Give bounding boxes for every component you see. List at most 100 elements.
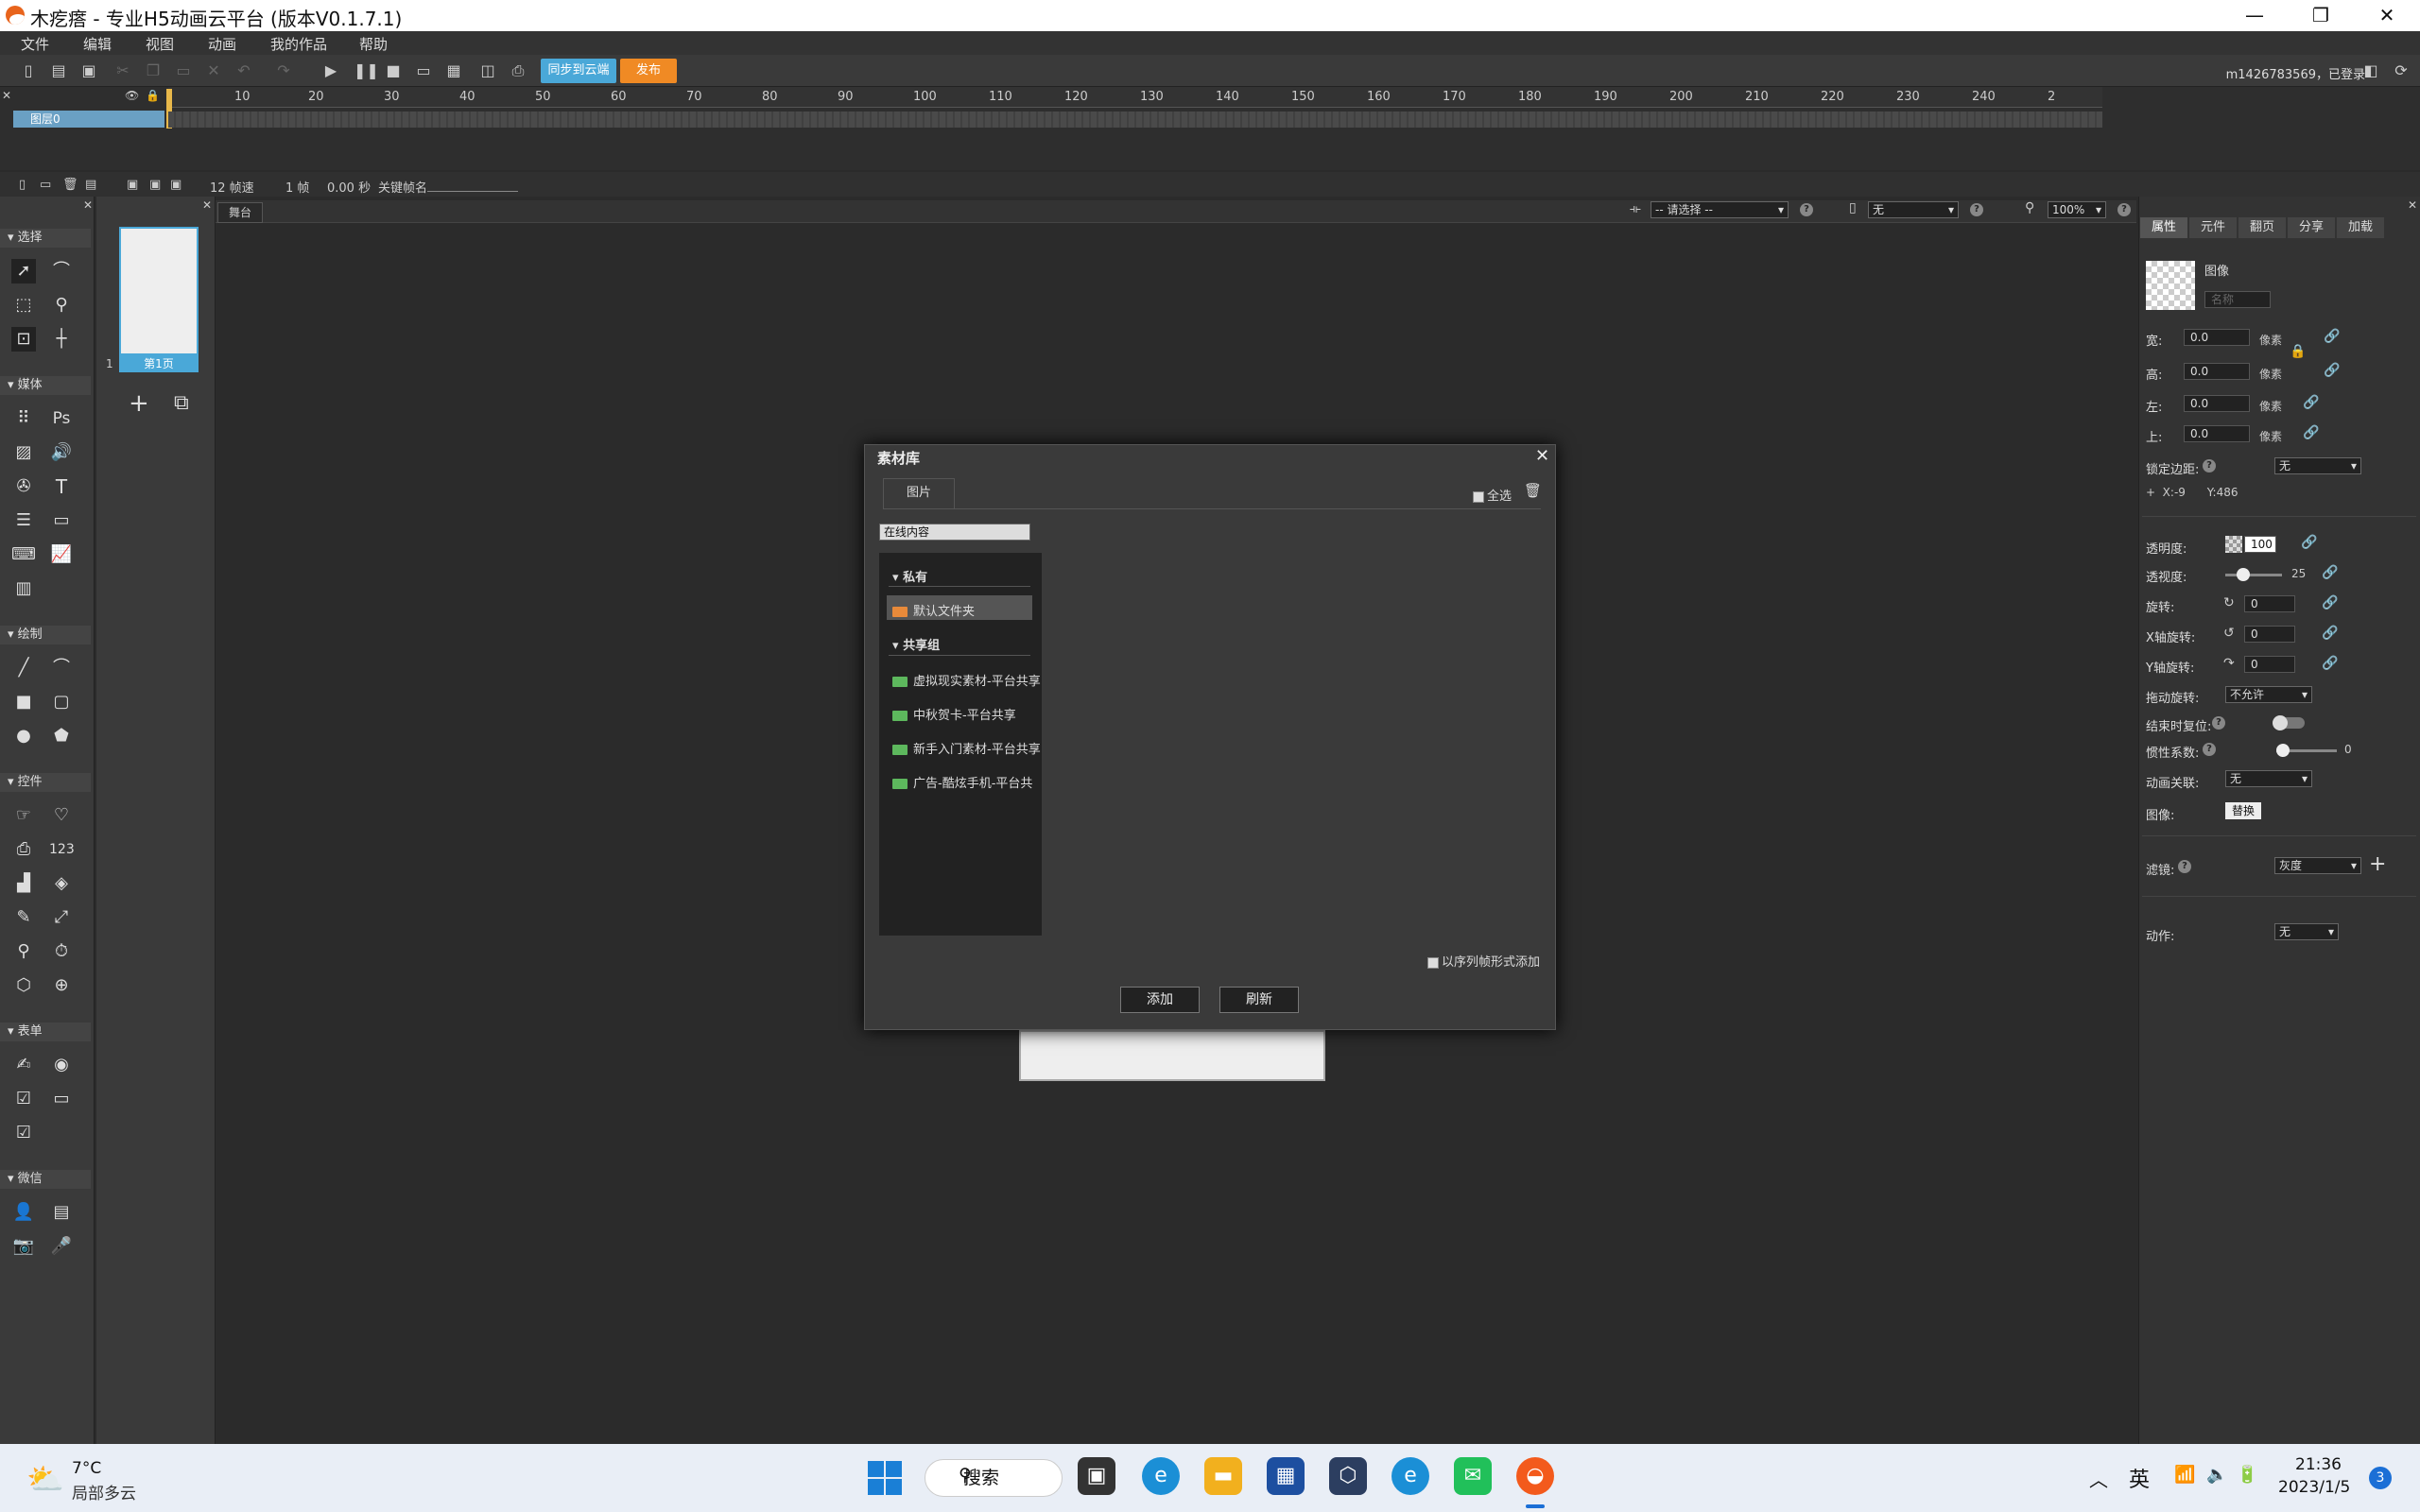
checkbox-icon[interactable] xyxy=(1427,956,1439,969)
wechat-voice-tool[interactable]: 🎤 xyxy=(49,1234,74,1259)
x-rotation-input[interactable]: 0 xyxy=(2244,626,2295,643)
refresh-button[interactable]: 刷新 xyxy=(1219,987,1299,1013)
checkbox-icon[interactable] xyxy=(1473,490,1484,503)
rotation-input[interactable]: 0 xyxy=(2244,595,2295,612)
perspective-slider-track[interactable] xyxy=(2225,574,2282,576)
store-icon[interactable]: ▦ xyxy=(1267,1457,1305,1495)
open-file-icon[interactable]: ▤ xyxy=(49,61,68,80)
brush-control-tool[interactable]: ✎ xyxy=(11,905,36,930)
device-select[interactable]: 无 xyxy=(1868,201,1959,218)
wechat-camera-tool[interactable]: 📷 xyxy=(11,1234,36,1259)
menu-file[interactable]: 文件 xyxy=(21,34,49,54)
video-tool[interactable]: ✇ xyxy=(11,474,36,499)
audio-tool[interactable]: 🔊 xyxy=(49,440,74,465)
layer-options-icon[interactable]: ▤ xyxy=(85,178,96,192)
private-group-header[interactable]: ▾ 私有 xyxy=(892,567,927,585)
cut-icon[interactable]: ✂ xyxy=(113,61,132,80)
new-file-icon[interactable]: ▯ xyxy=(19,61,38,80)
dialog-close-icon[interactable]: ✕ xyxy=(1535,446,1549,466)
close-window-button[interactable]: ✕ xyxy=(2354,0,2420,31)
delete-layer-icon[interactable]: 🗑 xyxy=(62,178,78,192)
link-icon[interactable]: 🔗 xyxy=(2322,656,2338,671)
menu-help[interactable]: 帮助 xyxy=(359,34,388,54)
like-control-tool[interactable]: ♡ xyxy=(49,803,74,828)
folder-shared[interactable]: 中秋贺卡-平台共享 xyxy=(892,705,1016,723)
rectangle-tool[interactable]: ■ xyxy=(11,690,36,714)
notification-badge[interactable]: 3 xyxy=(2369,1467,2392,1489)
show-hidden-icons[interactable]: ︿ xyxy=(2089,1465,2108,1492)
opacity-input[interactable]: 100 xyxy=(2244,536,2276,553)
height-input[interactable]: 0.0 xyxy=(2184,363,2250,380)
width-input[interactable]: 0.0 xyxy=(2184,329,2250,346)
menu-view[interactable]: 视图 xyxy=(146,34,174,54)
drag-rotate-select[interactable]: 不允许 xyxy=(2225,686,2312,703)
perspective-slider-thumb[interactable] xyxy=(2237,568,2250,581)
redo-icon[interactable]: ↷ xyxy=(274,61,293,80)
3d-control-tool[interactable]: ⬡ xyxy=(11,973,36,998)
trash-icon[interactable]: 🗑 xyxy=(1524,482,1542,499)
tab-properties[interactable]: 属性 xyxy=(2140,217,2187,238)
section-select[interactable]: ▾ 选择 xyxy=(0,229,91,248)
left-input[interactable]: 0.0 xyxy=(2184,395,2250,412)
tab-page-turn[interactable]: 翻页 xyxy=(2238,217,2286,238)
slideshow-tool[interactable]: ▭ xyxy=(49,508,74,533)
transform-tool[interactable]: ⬚ xyxy=(11,293,36,318)
menu-animation[interactable]: 动画 xyxy=(208,34,236,54)
element-name-input[interactable]: 名称 xyxy=(2204,291,2271,308)
preview-icon[interactable]: ▭ xyxy=(414,61,433,80)
help-icon[interactable]: ? xyxy=(1970,203,1983,216)
puppet-tool[interactable]: ⊡ xyxy=(11,327,36,352)
folder-shared[interactable]: 新手入门素材-平台共享 xyxy=(892,739,1041,757)
ranking-control-tool[interactable]: ▟ xyxy=(11,871,36,896)
pause-icon[interactable]: ❚❚ xyxy=(354,61,379,80)
undo-icon[interactable]: ↶ xyxy=(234,61,253,80)
section-media[interactable]: ▾ 媒体 xyxy=(0,376,91,395)
page-thumbnail[interactable] xyxy=(119,227,199,355)
link-icon[interactable]: 🔗 xyxy=(2324,329,2340,344)
dropdown-tool[interactable]: ▭ xyxy=(49,1087,74,1111)
section-controls[interactable]: ▾ 控件 xyxy=(0,773,91,792)
frame-tool-icon[interactable]: ▣ xyxy=(127,178,138,192)
tab-loading[interactable]: 加载 xyxy=(2337,217,2384,238)
add-folder-icon[interactable]: ▭ xyxy=(40,178,51,192)
inertia-slider-thumb[interactable] xyxy=(2276,744,2290,757)
battery-icon[interactable]: 🔋 xyxy=(2237,1465,2257,1485)
maximize-button[interactable]: ❐ xyxy=(2288,0,2354,31)
color-swatch[interactable] xyxy=(2225,536,2242,553)
timeline-ruler[interactable]: 10 20 30 40 50 60 70 80 90 100 110 120 1… xyxy=(168,87,2102,108)
save-icon[interactable]: ▣ xyxy=(79,61,98,80)
device-icon[interactable]: ▯ xyxy=(1849,200,1857,215)
chart-tool[interactable]: 📈 xyxy=(49,542,74,567)
top-input[interactable]: 0.0 xyxy=(2184,425,2250,442)
ime-indicator[interactable]: 英 xyxy=(2129,1463,2150,1493)
stop-icon[interactable]: ■ xyxy=(384,61,403,80)
curve-tool[interactable]: ⌒ xyxy=(49,656,74,680)
copy-page-icon[interactable]: ⧉ xyxy=(174,391,189,415)
wechat-card-tool[interactable]: ▤ xyxy=(49,1200,74,1225)
mugeda-app-icon[interactable]: ◒ xyxy=(1516,1457,1554,1495)
aspect-lock-icon[interactable]: 🔒 xyxy=(2290,344,2306,359)
folder-default[interactable]: 默认文件夹 xyxy=(892,601,975,619)
delete-icon[interactable]: ✕ xyxy=(204,61,223,80)
folder-shared[interactable]: 广告-酷炫手机-平台共 xyxy=(892,773,1032,791)
publish-button[interactable]: 发布 xyxy=(620,59,677,83)
submit-tool[interactable]: ☑ xyxy=(11,1121,36,1145)
input-field-tool[interactable]: ✍ xyxy=(11,1053,36,1077)
link-icon[interactable]: 🔗 xyxy=(2303,425,2319,440)
section-form[interactable]: ▾ 表单 xyxy=(0,1022,91,1041)
help-icon[interactable]: ? xyxy=(1800,203,1813,216)
lasso-tool[interactable]: ⌒ xyxy=(49,259,74,284)
connect-control-tool[interactable]: ⤢ xyxy=(49,905,74,930)
add-layer-icon[interactable]: ▯ xyxy=(19,178,26,192)
keyframe-name-input[interactable] xyxy=(427,191,518,192)
menu-edit[interactable]: 编辑 xyxy=(83,34,112,54)
help-icon[interactable]: ? xyxy=(2118,203,2131,216)
frame-tool-icon[interactable]: ▣ xyxy=(170,178,182,192)
photoshop-import-tool[interactable]: Ps xyxy=(49,406,74,431)
panel-close-icon[interactable]: ✕ xyxy=(2408,198,2417,212)
link-icon[interactable]: 🔗 xyxy=(2324,363,2340,378)
print-icon[interactable]: ⎙ xyxy=(509,61,527,80)
qr-code-icon[interactable]: ▦ xyxy=(444,61,463,80)
barcode-tool[interactable]: ▥ xyxy=(11,576,36,601)
timeline-close-icon[interactable]: ✕ xyxy=(2,89,11,102)
